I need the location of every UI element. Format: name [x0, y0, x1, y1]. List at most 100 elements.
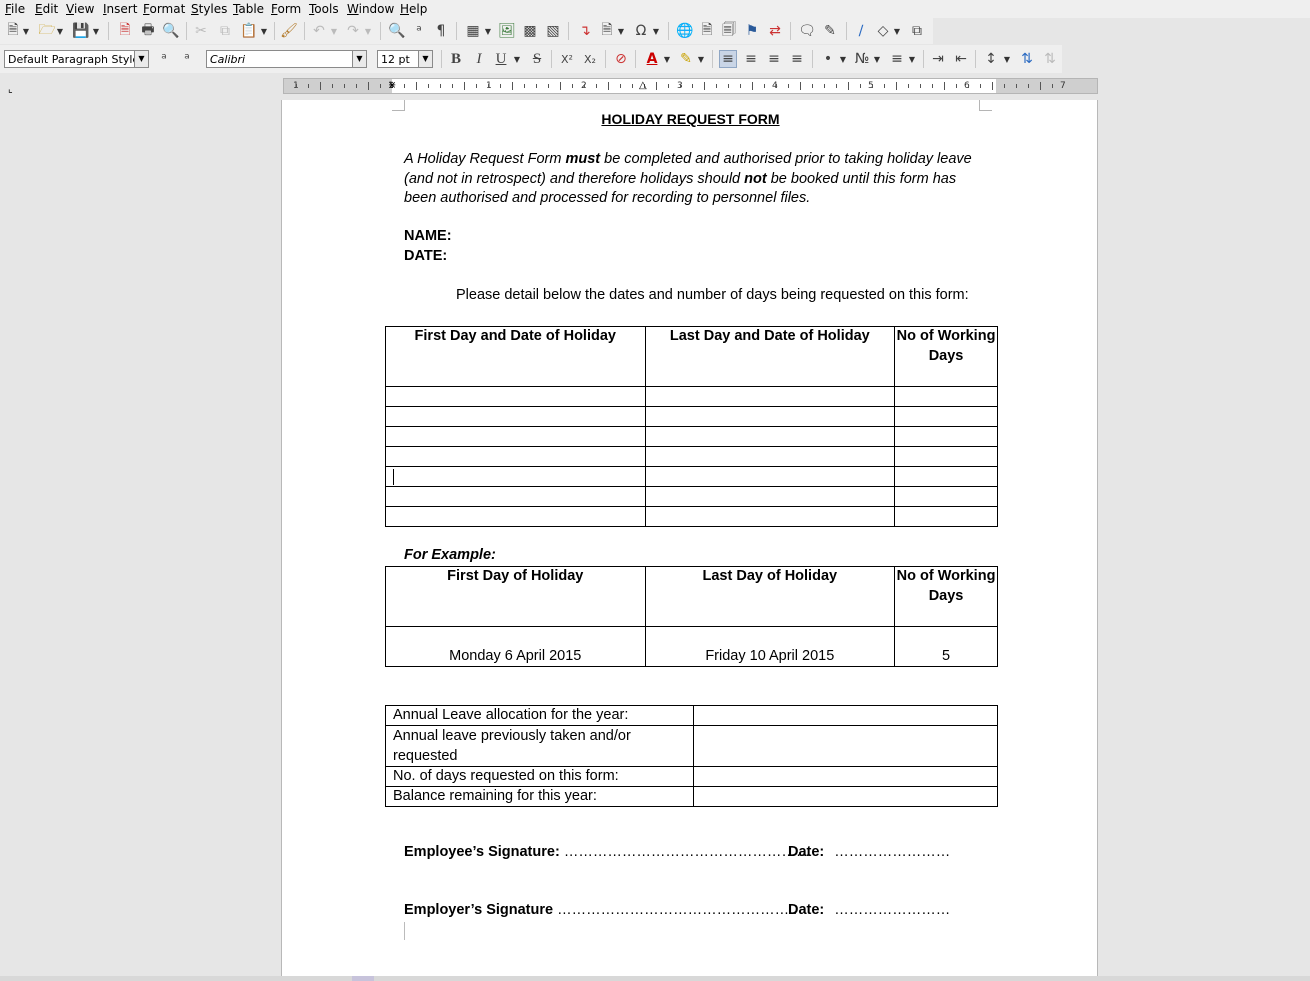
hyperlink-icon[interactable]: 🌐 — [676, 22, 694, 40]
table-cell[interactable] — [692, 786, 999, 807]
comment-icon[interactable]: 🗨 — [798, 22, 816, 40]
scrollbar-thumb[interactable] — [352, 976, 374, 981]
table-cell[interactable] — [692, 705, 999, 726]
undo-dropdown-arrow[interactable]: ▼ — [330, 22, 338, 40]
decrease-indent-icon[interactable]: ⇤ — [952, 50, 970, 68]
menu-view[interactable]: View — [66, 2, 94, 16]
increase-indent-icon[interactable]: ⇥ — [929, 50, 947, 68]
table-cell[interactable] — [894, 406, 998, 427]
subscript-button[interactable]: X₂ — [581, 50, 599, 68]
font-name-dropdown-arrow[interactable]: ▼ — [352, 51, 366, 67]
justify-button[interactable]: ≡ — [788, 50, 806, 68]
new-document-icon[interactable]: 🗎 — [4, 22, 22, 40]
special-character-icon[interactable]: Ω — [632, 22, 650, 40]
page-break-icon[interactable]: ↴ — [576, 22, 594, 40]
copy-icon[interactable]: ⧉ — [216, 22, 234, 40]
table-cell[interactable] — [385, 506, 646, 527]
table-cell[interactable] — [644, 386, 896, 407]
unordered-list-icon[interactable]: • — [819, 50, 837, 68]
save-dropdown-arrow[interactable]: ▼ — [92, 22, 100, 40]
new-dropdown-arrow[interactable]: ▼ — [22, 22, 30, 40]
table-cell[interactable] — [385, 446, 646, 467]
unordered-list-dropdown-arrow[interactable]: ▼ — [839, 50, 847, 68]
update-style-icon[interactable]: ᵃ — [155, 50, 173, 68]
undo-icon[interactable]: ↶ — [310, 22, 328, 40]
clear-formatting-icon[interactable]: ⊘ — [612, 50, 630, 68]
highlight-dropdown-arrow[interactable]: ▼ — [697, 50, 705, 68]
table-cell[interactable] — [894, 506, 998, 527]
strikethrough-button[interactable]: S — [528, 50, 546, 68]
bold-button[interactable]: B — [447, 50, 465, 68]
increase-paragraph-spacing-icon[interactable]: ⇅ — [1018, 50, 1036, 68]
formatting-marks-icon[interactable]: ¶ — [432, 22, 450, 40]
table-cell[interactable] — [385, 386, 646, 407]
menu-file[interactable]: File — [5, 2, 25, 16]
spelling-icon[interactable]: ᵃ — [410, 22, 428, 40]
font-color-icon[interactable]: A — [643, 50, 661, 68]
redo-icon[interactable]: ↷ — [344, 22, 362, 40]
shapes-dropdown-arrow[interactable]: ▼ — [893, 22, 901, 40]
table-cell[interactable]: Monday 6 April 2015 — [385, 626, 646, 667]
first-line-indent-marker[interactable]: ⋇ — [388, 79, 396, 93]
insert-line-icon[interactable]: ∕ — [852, 22, 870, 40]
outline-list-dropdown-arrow[interactable]: ▼ — [908, 50, 916, 68]
line-spacing-icon[interactable]: ↕ — [982, 50, 1000, 68]
table-cell[interactable]: 5 — [894, 626, 998, 667]
align-right-button[interactable]: ≡ — [765, 50, 783, 68]
table-cell[interactable] — [894, 486, 998, 507]
print-icon[interactable]: 🖶 — [139, 22, 157, 40]
field-dropdown-arrow[interactable]: ▼ — [617, 22, 625, 40]
table-cell[interactable] — [894, 446, 998, 467]
new-style-icon[interactable]: ᵃ — [178, 50, 196, 68]
menu-styles[interactable]: Styles — [191, 2, 227, 16]
cross-reference-icon[interactable]: ⇄ — [766, 22, 784, 40]
find-replace-icon[interactable]: 🔍 — [388, 22, 406, 40]
redo-dropdown-arrow[interactable]: ▼ — [364, 22, 372, 40]
table-cell[interactable] — [644, 446, 896, 467]
menu-form[interactable]: Form — [271, 2, 301, 16]
horizontal-ruler[interactable]: 1 1 1 2 3 4 5 6 7 ⋇ △ — [283, 78, 1098, 94]
table-cell[interactable] — [644, 406, 896, 427]
italic-button[interactable]: I — [470, 50, 488, 68]
clone-formatting-icon[interactable]: 🖌 — [280, 22, 298, 40]
cut-icon[interactable]: ✂ — [192, 22, 210, 40]
table-cell[interactable] — [692, 766, 999, 787]
paste-dropdown-arrow[interactable]: ▼ — [260, 22, 268, 40]
decrease-paragraph-spacing-icon[interactable]: ⇅ — [1041, 50, 1059, 68]
table-cell[interactable] — [644, 506, 896, 527]
menu-tools[interactable]: Tools — [309, 2, 339, 16]
column-marker[interactable]: △ — [639, 79, 647, 93]
menu-help[interactable]: Help — [400, 2, 427, 16]
align-center-button[interactable]: ≡ — [742, 50, 760, 68]
track-changes-icon[interactable]: ✎ — [821, 22, 839, 40]
menu-insert[interactable]: Insert — [103, 2, 137, 16]
font-name-combo[interactable]: Calibri ▼ — [206, 50, 367, 68]
save-icon[interactable]: 💾 — [72, 22, 90, 40]
menu-edit[interactable]: Edit — [35, 2, 58, 16]
paragraph-style-combo[interactable]: Default Paragraph Style ▼ — [4, 50, 149, 68]
bookmark-icon[interactable]: ⚑ — [743, 22, 761, 40]
table-cell[interactable] — [894, 386, 998, 407]
footnote-icon[interactable]: 🗎 — [698, 22, 716, 40]
paragraph-style-dropdown-arrow[interactable]: ▼ — [134, 51, 148, 67]
insert-field-icon[interactable]: 🗎 — [598, 22, 616, 40]
superscript-button[interactable]: X² — [558, 50, 576, 68]
print-preview-icon[interactable]: 🔍 — [162, 22, 180, 40]
ordered-list-dropdown-arrow[interactable]: ▼ — [873, 50, 881, 68]
table-cell[interactable] — [692, 725, 999, 767]
menu-table[interactable]: Table — [233, 2, 264, 16]
basic-shapes-icon[interactable]: ◇ — [874, 22, 892, 40]
table-cell[interactable] — [894, 426, 998, 447]
table-dropdown-arrow[interactable]: ▼ — [484, 22, 492, 40]
draw-functions-icon[interactable]: ⧉ — [908, 22, 926, 40]
underline-button[interactable]: U — [492, 50, 510, 68]
insert-textbox-icon[interactable]: ▧ — [544, 22, 562, 40]
table-cell[interactable] — [644, 466, 896, 487]
menu-format[interactable]: Format — [143, 2, 185, 16]
paste-icon[interactable]: 📋 — [240, 22, 258, 40]
export-pdf-icon[interactable]: 🗎 — [116, 22, 134, 40]
align-left-button[interactable]: ≡ — [719, 50, 737, 68]
table-cell[interactable] — [385, 406, 646, 427]
table-cell[interactable] — [644, 426, 896, 447]
table-cell[interactable] — [385, 426, 646, 447]
